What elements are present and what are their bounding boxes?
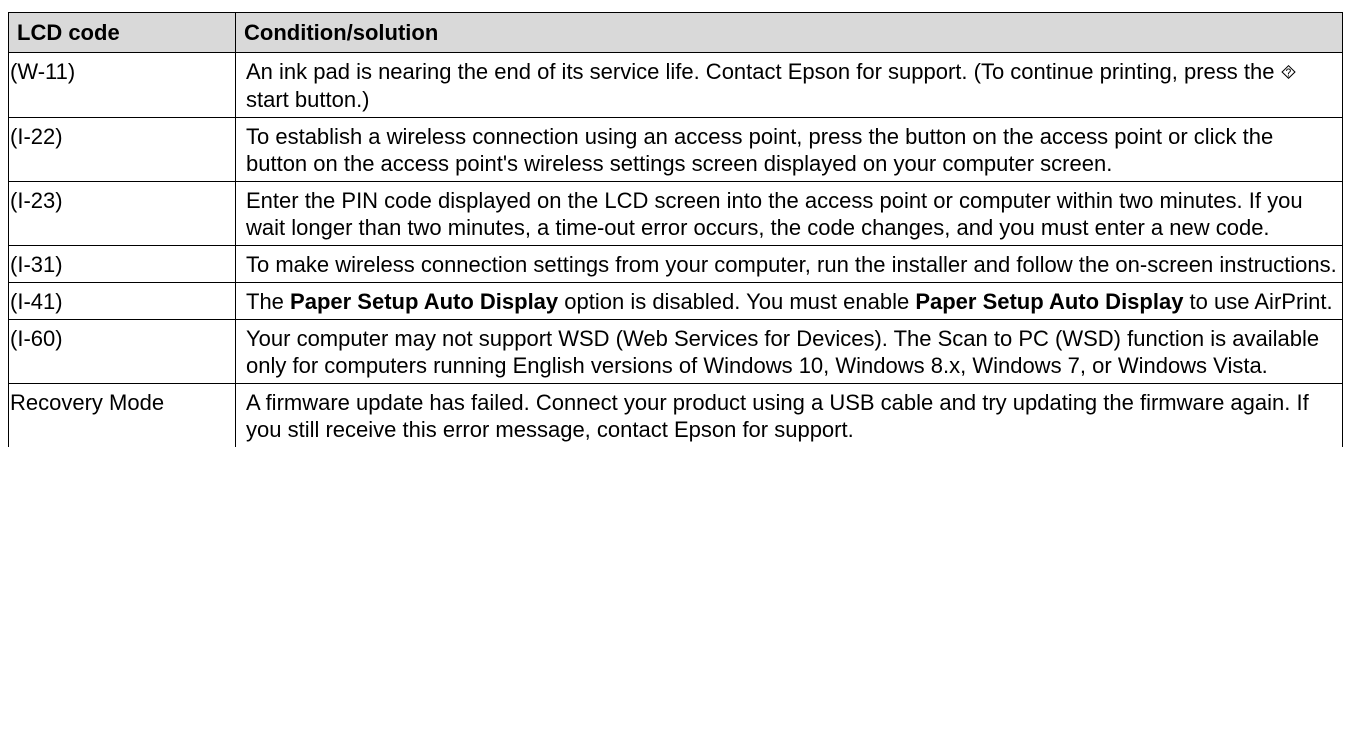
solution-text: to use AirPrint. bbox=[1183, 289, 1333, 314]
row-code: (I-41) bbox=[8, 282, 236, 320]
lcd-code-table: LCD code Condition/solution (W-11) An in… bbox=[8, 12, 1343, 447]
option-name-bold: Paper Setup Auto Display bbox=[290, 289, 559, 314]
row-solution: To make wireless connection settings fro… bbox=[235, 245, 1343, 283]
table-row: (I-41) The Paper Setup Auto Display opti… bbox=[8, 282, 1343, 320]
solution-text: start button.) bbox=[246, 87, 370, 112]
table-row: (I-31) To make wireless connection setti… bbox=[8, 245, 1343, 283]
table-row: (I-22) To establish a wireless connectio… bbox=[8, 117, 1343, 182]
row-solution: The Paper Setup Auto Display option is d… bbox=[235, 282, 1343, 320]
solution-text: The bbox=[246, 289, 291, 314]
table-row: (I-23) Enter the PIN code displayed on t… bbox=[8, 181, 1343, 246]
header-condition-solution: Condition/solution bbox=[235, 12, 1343, 53]
row-code: (I-31) bbox=[8, 245, 236, 283]
table-row: Recovery Mode A firmware update has fail… bbox=[8, 383, 1343, 447]
row-code: (I-22) bbox=[8, 117, 236, 182]
solution-text: option is disabled. You must enable bbox=[558, 289, 916, 314]
header-lcd-code: LCD code bbox=[8, 12, 236, 53]
row-code: (I-60) bbox=[8, 319, 236, 384]
table-row: (I-60) Your computer may not support WSD… bbox=[8, 319, 1343, 384]
row-solution: Your computer may not support WSD (Web S… bbox=[235, 319, 1343, 384]
table-header-row: LCD code Condition/solution bbox=[8, 12, 1343, 53]
row-code: (I-23) bbox=[8, 181, 236, 246]
row-solution: A firmware update has failed. Connect yo… bbox=[235, 383, 1343, 447]
solution-text: An ink pad is nearing the end of its ser… bbox=[246, 59, 1281, 84]
row-code: Recovery Mode bbox=[8, 383, 236, 447]
row-solution: To establish a wireless connection using… bbox=[235, 117, 1343, 182]
row-code: (W-11) bbox=[8, 52, 236, 118]
row-solution: An ink pad is nearing the end of its ser… bbox=[235, 52, 1343, 118]
option-name-bold: Paper Setup Auto Display bbox=[915, 289, 1184, 314]
table-row: (W-11) An ink pad is nearing the end of … bbox=[8, 52, 1343, 118]
start-button-icon: ⯑ bbox=[1280, 60, 1297, 84]
row-solution: Enter the PIN code displayed on the LCD … bbox=[235, 181, 1343, 246]
